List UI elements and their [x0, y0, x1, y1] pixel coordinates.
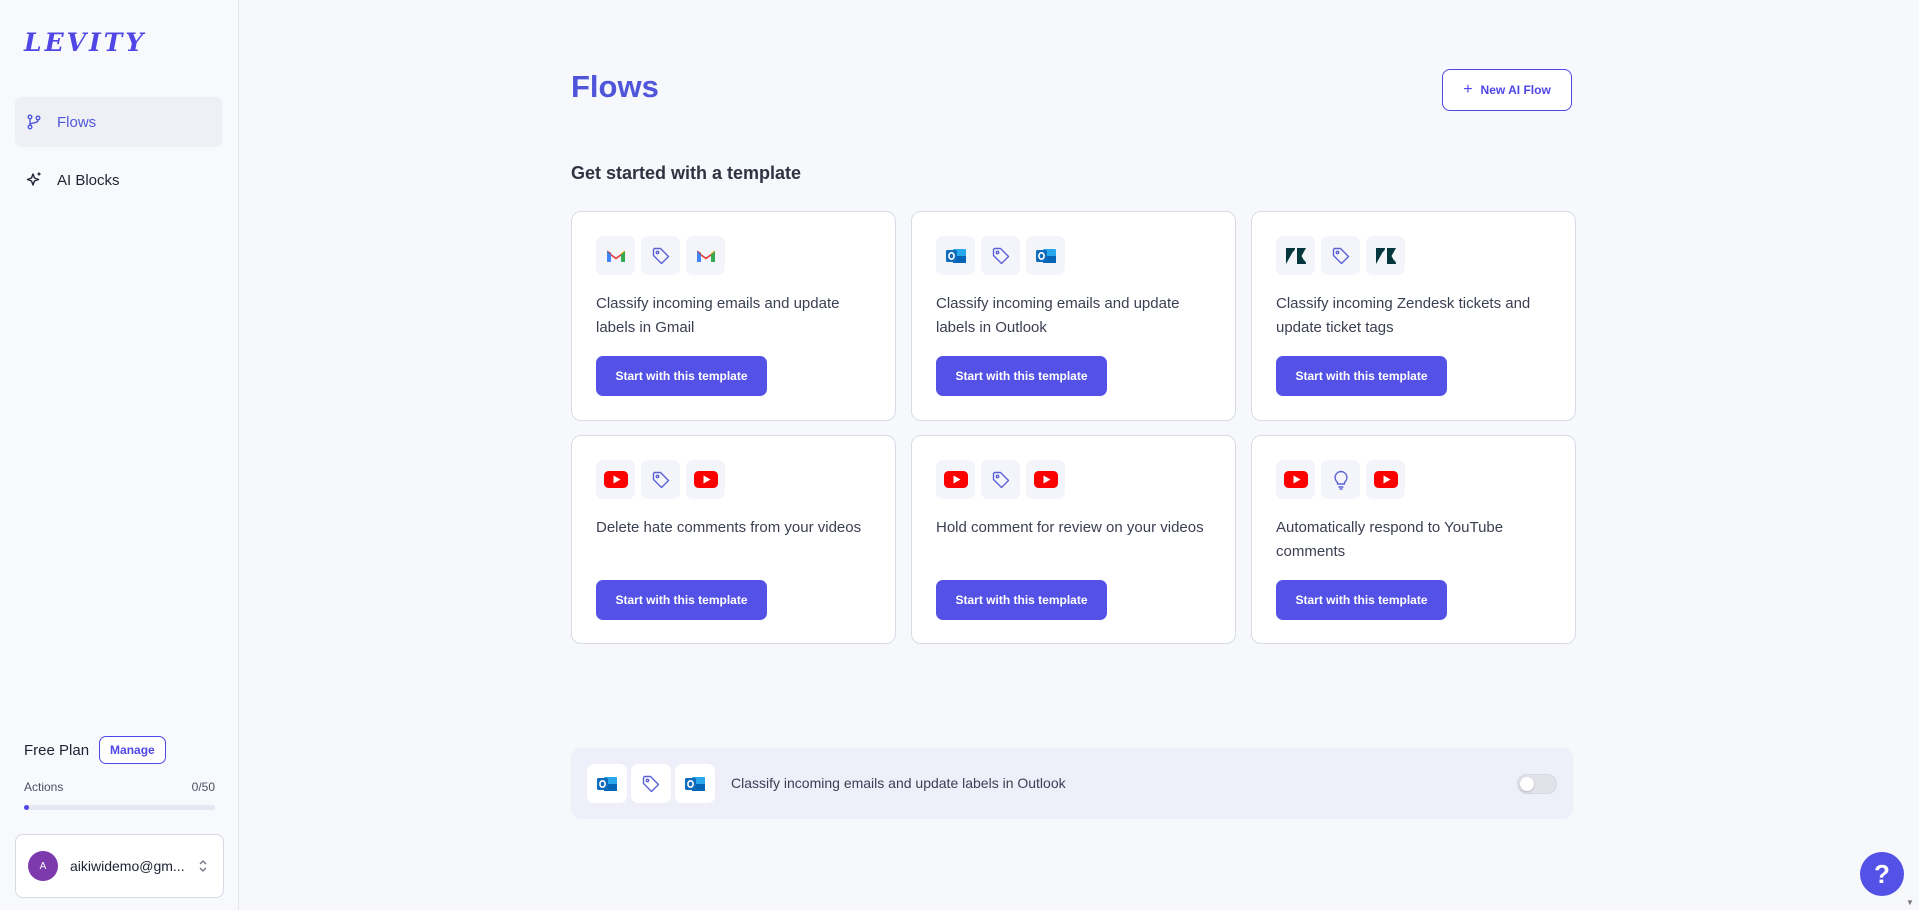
flow-name: Classify incoming emails and update labe…: [731, 775, 1066, 791]
youtube-icon: [1276, 460, 1315, 499]
tag-icon: [641, 460, 680, 499]
plan-name: Free Plan: [24, 741, 90, 759]
template-card: Automatically respond to YouTube comment…: [1251, 435, 1576, 644]
start-template-button[interactable]: Start with this template: [596, 580, 767, 620]
sidebar-item-ai-blocks[interactable]: AI Blocks: [15, 155, 222, 205]
template-card: Classify incoming emails and update labe…: [571, 211, 896, 421]
user-email: aikiwidemo@gm...: [70, 858, 185, 874]
template-card: Delete hate comments from your videos Sta…: [571, 435, 896, 644]
gmail-icon: [686, 236, 725, 275]
template-description: Delete hate comments from your videos: [596, 519, 862, 536]
template-description: Hold comment for review on your videos: [936, 519, 1204, 536]
youtube-icon: [936, 460, 975, 499]
outlook-icon: [675, 764, 715, 803]
sidebar-item-label: Flows: [57, 113, 97, 131]
template-card: Hold comment for review on your videos St…: [911, 435, 1236, 644]
template-description: Classify incoming emails and update labe…: [936, 295, 1180, 336]
youtube-icon: [596, 460, 635, 499]
template-icons: [596, 460, 725, 499]
template-card: Classify incoming emails and update labe…: [911, 211, 1236, 421]
outlook-icon: [936, 236, 975, 275]
template-icons: [936, 236, 1065, 275]
git-branch-icon: [24, 112, 44, 132]
page-title: Flows: [571, 69, 659, 104]
section-title: Get started with a template: [571, 163, 802, 183]
flow-enabled-toggle[interactable]: [1517, 774, 1557, 794]
template-icons: [936, 460, 1065, 499]
chevron-up-down-icon: [198, 859, 208, 873]
template-icons: [1276, 460, 1405, 499]
outlook-icon: [587, 764, 627, 803]
sidebar-item-label: AI Blocks: [57, 171, 120, 189]
new-ai-flow-label: New AI Flow: [1480, 83, 1551, 97]
toggle-knob: [1520, 777, 1534, 791]
start-template-button[interactable]: Start with this template: [596, 356, 767, 396]
template-description: Automatically respond to YouTube comment…: [1276, 519, 1504, 560]
flow-list-item[interactable]: Classify incoming emails and update labe…: [571, 748, 1573, 819]
start-template-button[interactable]: Start with this template: [1276, 356, 1447, 396]
zendesk-icon: [1366, 236, 1405, 275]
actions-progress-fill: [24, 805, 29, 810]
tag-icon: [1321, 236, 1360, 275]
template-icons: [596, 236, 725, 275]
user-menu[interactable]: A aikiwidemo@gm...: [15, 834, 224, 898]
flow-icons: [587, 764, 715, 803]
main-content: Flows + New AI Flow Get started with a t…: [240, 0, 1919, 910]
actions-progress-bar: [24, 805, 215, 810]
scroll-down-arrow-icon[interactable]: ▼: [1906, 898, 1914, 907]
avatar: A: [28, 851, 58, 881]
start-template-button[interactable]: Start with this template: [936, 356, 1107, 396]
sidebar-item-flows[interactable]: Flows: [15, 97, 222, 147]
plan-info: Free Plan Manage: [24, 736, 166, 764]
tag-icon: [631, 764, 671, 803]
template-icons: [1276, 236, 1405, 275]
gmail-icon: [596, 236, 635, 275]
youtube-icon: [686, 460, 725, 499]
youtube-icon: [1026, 460, 1065, 499]
start-template-button[interactable]: Start with this template: [936, 580, 1107, 620]
actions-label: Actions: [24, 780, 64, 794]
template-card: Classify incoming Zendesk tickets and up…: [1251, 211, 1576, 421]
start-template-button[interactable]: Start with this template: [1276, 580, 1447, 620]
new-ai-flow-button[interactable]: + New AI Flow: [1442, 69, 1572, 111]
tag-icon: [641, 236, 680, 275]
template-description: Classify incoming emails and update labe…: [596, 295, 840, 336]
sidebar: LEVITY Flows AI Blocks Free Plan Manage …: [0, 0, 239, 910]
help-button[interactable]: ?: [1860, 852, 1904, 896]
actions-count: 0/50: [191, 780, 215, 794]
zendesk-icon: [1276, 236, 1315, 275]
outlook-icon: [1026, 236, 1065, 275]
tag-icon: [981, 460, 1020, 499]
manage-plan-button[interactable]: Manage: [99, 736, 166, 764]
youtube-icon: [1366, 460, 1405, 499]
levity-logo[interactable]: LEVITY: [24, 28, 146, 57]
lightbulb-icon: [1321, 460, 1360, 499]
tag-icon: [981, 236, 1020, 275]
plus-icon: +: [1463, 81, 1473, 98]
template-description: Classify incoming Zendesk tickets and up…: [1276, 295, 1531, 336]
actions-usage: Actions 0/50: [24, 780, 215, 794]
sparkles-icon: [24, 170, 44, 190]
